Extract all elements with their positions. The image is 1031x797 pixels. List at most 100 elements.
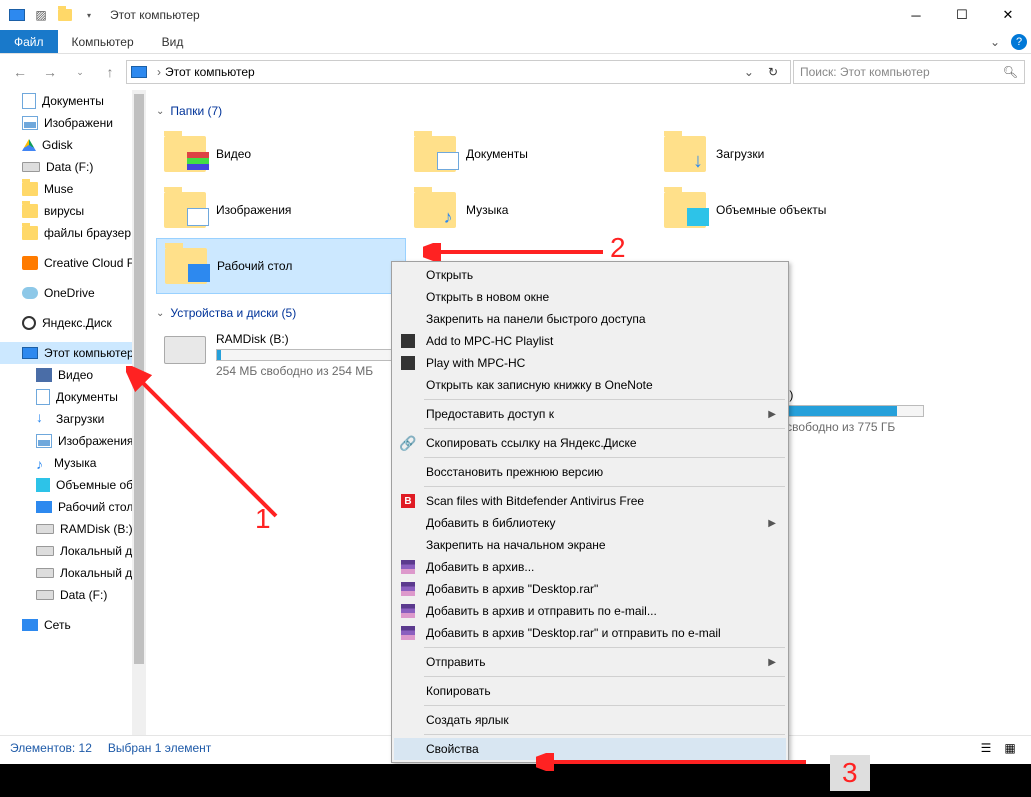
sidebar-item[interactable]: Gdisk bbox=[0, 134, 146, 156]
file-tab[interactable]: Файл bbox=[0, 30, 58, 53]
sidebar-item[interactable]: Документы bbox=[0, 90, 146, 112]
context-menu-item[interactable]: Восстановить прежнюю версию bbox=[394, 461, 786, 483]
sidebar-item[interactable]: Creative Cloud Fil bbox=[0, 252, 146, 274]
sidebar-item[interactable]: вирусы bbox=[0, 200, 146, 222]
menu-item-label: Закрепить на панели быстрого доступа bbox=[426, 312, 646, 326]
context-menu-item[interactable]: 🔗Скопировать ссылку на Яндекс.Диске bbox=[394, 432, 786, 454]
folder-icon bbox=[414, 136, 456, 172]
back-button[interactable]: ← bbox=[6, 58, 34, 86]
ribbon-expand-icon[interactable]: ⌄ bbox=[983, 30, 1007, 53]
recent-dropdown[interactable]: ⌄ bbox=[66, 58, 94, 86]
view-tiles-button[interactable]: ▦ bbox=[999, 739, 1021, 757]
menu-item-label: Скопировать ссылку на Яндекс.Диске bbox=[426, 436, 637, 450]
sidebar-item[interactable]: Data (F:) bbox=[0, 584, 146, 606]
sidebar-item[interactable]: ♪Музыка bbox=[0, 452, 146, 474]
pcico-icon bbox=[22, 347, 38, 359]
context-menu-item[interactable]: Добавить в архив "Desktop.rar" bbox=[394, 578, 786, 600]
sidebar-item[interactable]: Локальный дис bbox=[0, 540, 146, 562]
sidebar-item[interactable]: Data (F:) bbox=[0, 156, 146, 178]
context-menu-item[interactable]: Создать ярлык bbox=[394, 709, 786, 731]
context-menu-item[interactable]: Открыть как записную книжку в OneNote bbox=[394, 374, 786, 396]
sidebar-item[interactable]: OneDrive bbox=[0, 282, 146, 304]
sidebar-item[interactable]: Документы bbox=[0, 386, 146, 408]
sidebar-item[interactable]: Рабочий стол bbox=[0, 496, 146, 518]
sidebar-item[interactable]: Локальный дис bbox=[0, 562, 146, 584]
up-button[interactable]: ↑ bbox=[96, 58, 124, 86]
driveico-icon bbox=[36, 546, 54, 556]
help-button[interactable]: ? bbox=[1007, 30, 1031, 53]
folder-icon bbox=[165, 248, 207, 284]
sidebar-item[interactable]: файлы браузер bbox=[0, 222, 146, 244]
sidebar-item[interactable]: Изображения bbox=[0, 430, 146, 452]
sidebar-item[interactable]: Яндекс.Диск bbox=[0, 312, 146, 334]
context-menu-item[interactable]: Закрепить на начальном экране bbox=[394, 534, 786, 556]
sidebar-item[interactable]: Изображени bbox=[0, 112, 146, 134]
menu-item-label: Добавить в архив... bbox=[426, 560, 534, 574]
folder-item[interactable]: Документы bbox=[406, 126, 656, 182]
drive-name: RAMDisk (B:) bbox=[216, 332, 394, 346]
breadcrumb-dropdown-icon[interactable]: ⌄ bbox=[738, 65, 760, 79]
qat-dropdown-icon[interactable]: ▾ bbox=[78, 4, 100, 26]
context-menu-item[interactable]: Предоставить доступ к▶ bbox=[394, 403, 786, 425]
folder-label: Изображения bbox=[216, 203, 291, 217]
tab-computer[interactable]: Компьютер bbox=[58, 30, 148, 53]
folder-label: Музыка bbox=[466, 203, 508, 217]
context-menu-item[interactable]: Добавить в архив... bbox=[394, 556, 786, 578]
menu-separator bbox=[424, 734, 785, 735]
context-menu-item[interactable]: Отправить▶ bbox=[394, 651, 786, 673]
menu-item-icon bbox=[400, 625, 416, 641]
folder-item[interactable]: Видео bbox=[156, 126, 406, 182]
context-menu-item[interactable]: Добавить в архив и отправить по e-mail..… bbox=[394, 600, 786, 622]
sidebar-item[interactable]: Этот компьютер bbox=[0, 342, 146, 364]
view-details-button[interactable]: ☰ bbox=[975, 739, 997, 757]
drive-icon bbox=[164, 336, 206, 364]
sidebar-item[interactable]: Сеть bbox=[0, 614, 146, 636]
folders-section-header[interactable]: ⌄ Папки (7) bbox=[156, 104, 1031, 118]
qat-newfolder-icon[interactable] bbox=[54, 4, 76, 26]
driveico-icon bbox=[36, 524, 54, 534]
qat-properties-icon[interactable]: ▨ bbox=[30, 4, 52, 26]
sidebar-item[interactable]: Muse bbox=[0, 178, 146, 200]
folder-item[interactable]: Рабочий стол bbox=[156, 238, 406, 294]
refresh-button[interactable]: ↻ bbox=[760, 65, 786, 79]
dlico-icon bbox=[36, 412, 50, 426]
context-menu-item[interactable]: Add to MPC-HC Playlist bbox=[394, 330, 786, 352]
context-menu-item[interactable]: Открыть bbox=[394, 264, 786, 286]
context-menu-item[interactable]: BScan files with Bitdefender Antivirus F… bbox=[394, 490, 786, 512]
submenu-arrow-icon: ▶ bbox=[768, 409, 776, 420]
folder-item[interactable]: Изображения bbox=[156, 182, 406, 238]
context-menu-item[interactable]: Свойства bbox=[394, 738, 786, 760]
context-menu-item[interactable]: Добавить в архив "Desktop.rar" и отправи… bbox=[394, 622, 786, 644]
sidebar-item-label: Muse bbox=[44, 182, 73, 196]
qat-icon[interactable] bbox=[6, 4, 28, 26]
folder-icon bbox=[164, 192, 206, 228]
drive-usage-bar bbox=[216, 349, 394, 361]
sidebar-item-label: Изображени bbox=[44, 116, 113, 130]
search-input[interactable]: Поиск: Этот компьютер 🔍︎ bbox=[793, 60, 1025, 84]
maximize-button[interactable]: ☐ bbox=[939, 0, 985, 30]
folder-item[interactable]: Объемные объекты bbox=[656, 182, 906, 238]
folder-item[interactable]: ↓Загрузки bbox=[656, 126, 906, 182]
menu-separator bbox=[424, 647, 785, 648]
sidebar-item[interactable]: Объемные объ bbox=[0, 474, 146, 496]
sidebar-item[interactable]: Загрузки bbox=[0, 408, 146, 430]
drive-item[interactable]: RAMDisk (B:)254 МБ свободно из 254 МБ bbox=[156, 328, 406, 384]
context-menu-item[interactable]: Play with MPC-HC bbox=[394, 352, 786, 374]
context-menu-item[interactable]: Закрепить на панели быстрого доступа bbox=[394, 308, 786, 330]
sidebar-scrollbar[interactable] bbox=[132, 90, 146, 735]
sidebar-item[interactable]: Видео bbox=[0, 364, 146, 386]
minimize-button[interactable]: ─ bbox=[893, 0, 939, 30]
menu-item-icon: B bbox=[400, 493, 416, 509]
breadcrumb[interactable]: › Этот компьютер ⌄ ↻ bbox=[126, 60, 791, 84]
close-button[interactable]: ✕ bbox=[985, 0, 1031, 30]
context-menu-item[interactable]: Копировать bbox=[394, 680, 786, 702]
sidebar-item[interactable]: RAMDisk (B:) bbox=[0, 518, 146, 540]
menu-item-label: Открыть как записную книжку в OneNote bbox=[426, 378, 653, 392]
tab-view[interactable]: Вид bbox=[148, 30, 198, 53]
folder-item[interactable]: ♪Музыка bbox=[406, 182, 656, 238]
forward-button[interactable]: → bbox=[36, 58, 64, 86]
context-menu-item[interactable]: Открыть в новом окне bbox=[394, 286, 786, 308]
folder-label: Объемные объекты bbox=[716, 203, 826, 217]
menu-item-label: Отправить bbox=[426, 655, 486, 669]
context-menu-item[interactable]: Добавить в библиотеку▶ bbox=[394, 512, 786, 534]
